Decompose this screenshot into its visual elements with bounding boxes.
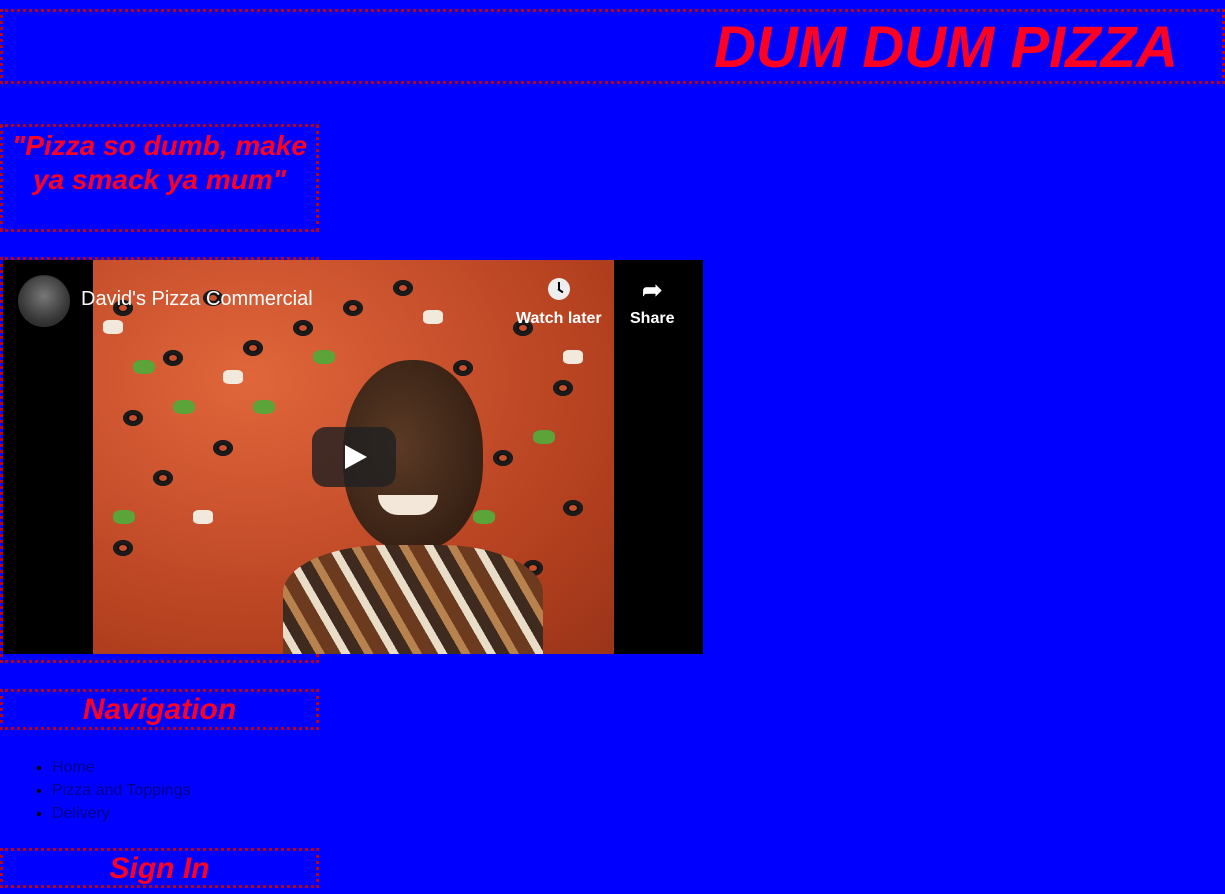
embedded-video-player[interactable]: David's Pizza Commercial Watch later ➦ S… xyxy=(3,260,703,654)
nav-link-pizza-and-toppings[interactable]: Pizza and Toppings xyxy=(52,782,190,799)
clock-icon xyxy=(547,278,570,300)
person-figure xyxy=(283,360,543,654)
watch-later-label: Watch later xyxy=(516,310,602,327)
slogan-box: "Pizza so dumb, make ya smack ya mum" xyxy=(0,124,319,232)
site-title: DUM DUM PIZZA xyxy=(714,15,1178,80)
share-button[interactable]: ➦ Share xyxy=(630,278,674,328)
navigation-heading-box: Navigation xyxy=(0,689,319,730)
channel-avatar[interactable] xyxy=(18,275,70,327)
watch-later-button[interactable]: Watch later xyxy=(516,278,602,328)
list-item: Pizza and Toppings xyxy=(52,779,190,802)
site-header: DUM DUM PIZZA xyxy=(0,9,1225,84)
video-title[interactable]: David's Pizza Commercial xyxy=(81,288,313,311)
signin-heading-box: Sign In xyxy=(0,848,319,888)
list-item: Home xyxy=(52,756,190,779)
signin-heading: Sign In xyxy=(109,852,210,885)
list-item: Delivery xyxy=(52,802,190,825)
navigation-list: Home Pizza and Toppings Delivery xyxy=(0,756,190,825)
nav-link-home[interactable]: Home xyxy=(52,759,95,776)
nav-link-delivery[interactable]: Delivery xyxy=(52,805,110,822)
navigation-heading: Navigation xyxy=(82,693,237,726)
play-icon[interactable] xyxy=(312,427,396,487)
share-icon: ➦ xyxy=(642,277,663,304)
share-label: Share xyxy=(630,310,675,327)
slogan-text: "Pizza so dumb, make ya smack ya mum" xyxy=(12,130,307,195)
